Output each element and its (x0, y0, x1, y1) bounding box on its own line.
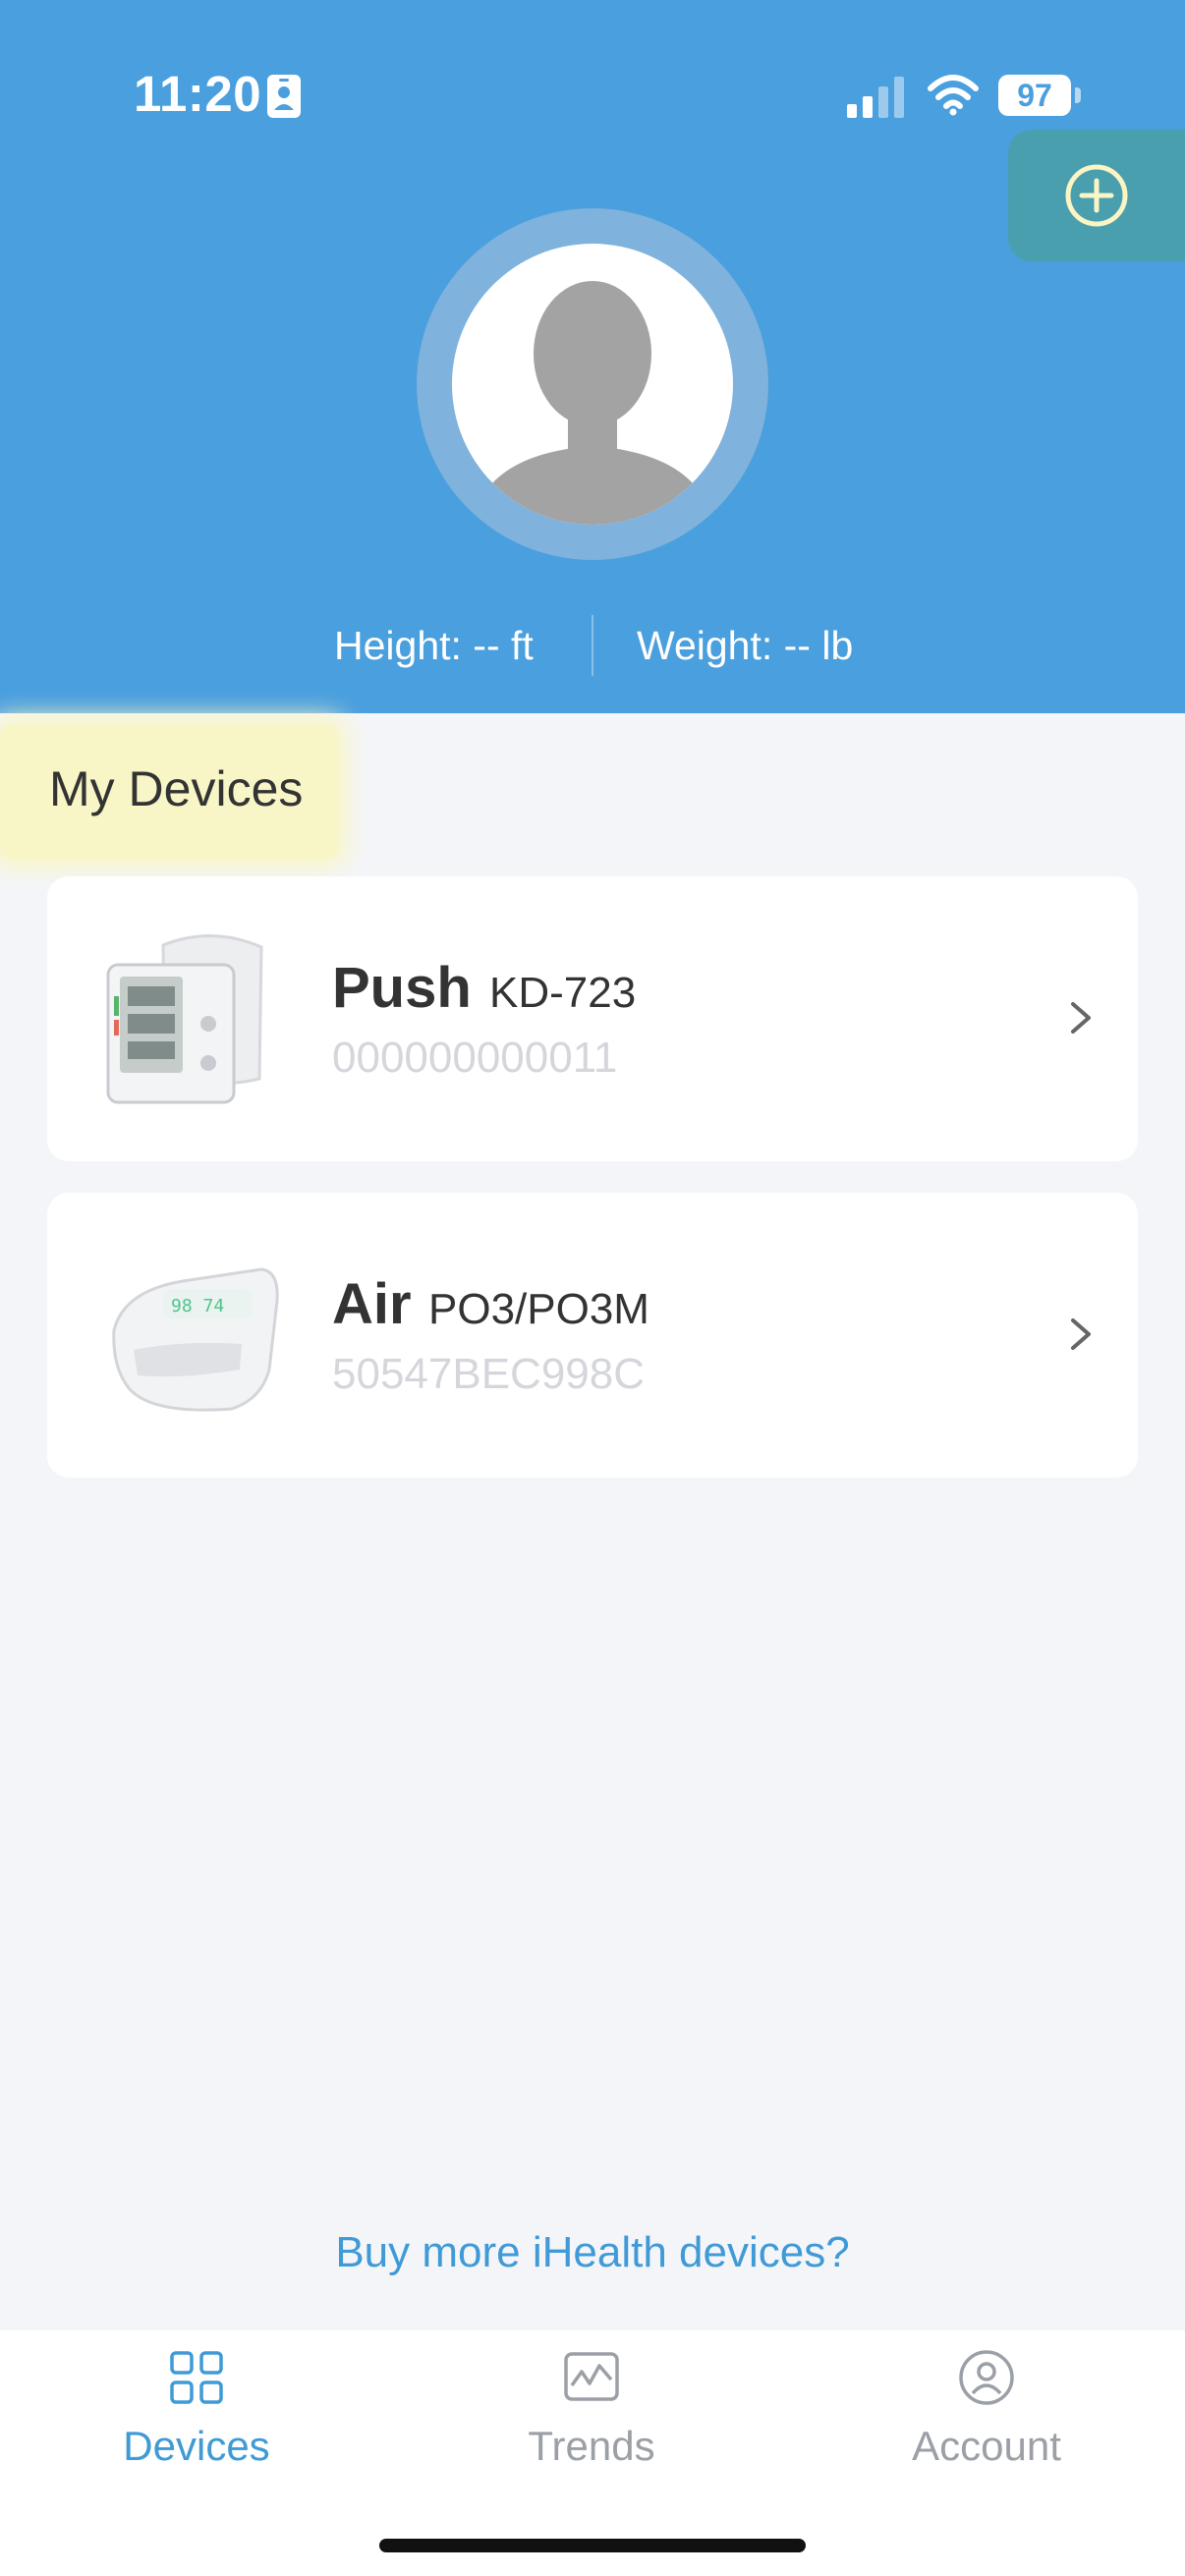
tab-trends-label: Trends (528, 2423, 655, 2469)
buy-more-devices-link[interactable]: Buy more iHealth devices? (0, 2228, 1185, 2277)
user-circle-icon (959, 2350, 1014, 2405)
chevron-right-icon (1071, 1318, 1091, 1350)
home-indicator (379, 2539, 806, 2552)
device-serial: 50547BEC998C (332, 1350, 646, 1398)
tab-trends[interactable]: Trends (464, 2330, 719, 2497)
chevron-right-icon (1071, 1002, 1091, 1034)
section-title: My Devices (49, 761, 304, 816)
wrist-bp-monitor-image (106, 933, 263, 1104)
avatar[interactable] (452, 244, 733, 525)
pulse-oximeter-image: 98 74 (112, 1267, 279, 1412)
plus-circle-icon (1065, 164, 1128, 227)
tab-devices[interactable]: Devices (69, 2330, 324, 2497)
tab-account[interactable]: Account (859, 2330, 1114, 2497)
profile-header: 11:20 97 Height: -- ft Weight: -- lb (0, 0, 1185, 713)
cellular-signal-icon (847, 77, 904, 118)
device-card[interactable]: 98 74 Air PO3/PO3M 50547BEC998C (47, 1193, 1138, 1478)
svg-text:98 74: 98 74 (171, 1296, 224, 1316)
body-metrics: Height: -- ft Weight: -- lb (0, 615, 1185, 684)
grid-icon (170, 2351, 223, 2404)
device-serial: 000000000011 (332, 1034, 618, 1082)
chart-icon (564, 2352, 619, 2401)
weight-value[interactable]: Weight: -- lb (637, 623, 853, 669)
avatar-ring (417, 208, 768, 560)
tab-devices-label: Devices (123, 2423, 270, 2469)
device-name: Air (332, 1272, 412, 1336)
device-model: KD-723 (489, 969, 637, 1017)
add-device-button[interactable] (1008, 130, 1185, 261)
device-name: Push (332, 956, 472, 1020)
battery-cap (1075, 87, 1081, 103)
status-time: 11:20 (134, 66, 262, 122)
height-value[interactable]: Height: -- ft (334, 623, 534, 669)
device-card[interactable]: Push KD-723 000000000011 (47, 876, 1138, 1161)
wifi-icon (928, 75, 979, 116)
battery-indicator: 97 (998, 75, 1071, 116)
device-model: PO3/PO3M (428, 1285, 649, 1333)
metric-divider (592, 615, 593, 676)
person-silhouette-icon (472, 281, 713, 525)
tab-account-label: Account (912, 2423, 1061, 2469)
id-card-icon (267, 75, 301, 118)
